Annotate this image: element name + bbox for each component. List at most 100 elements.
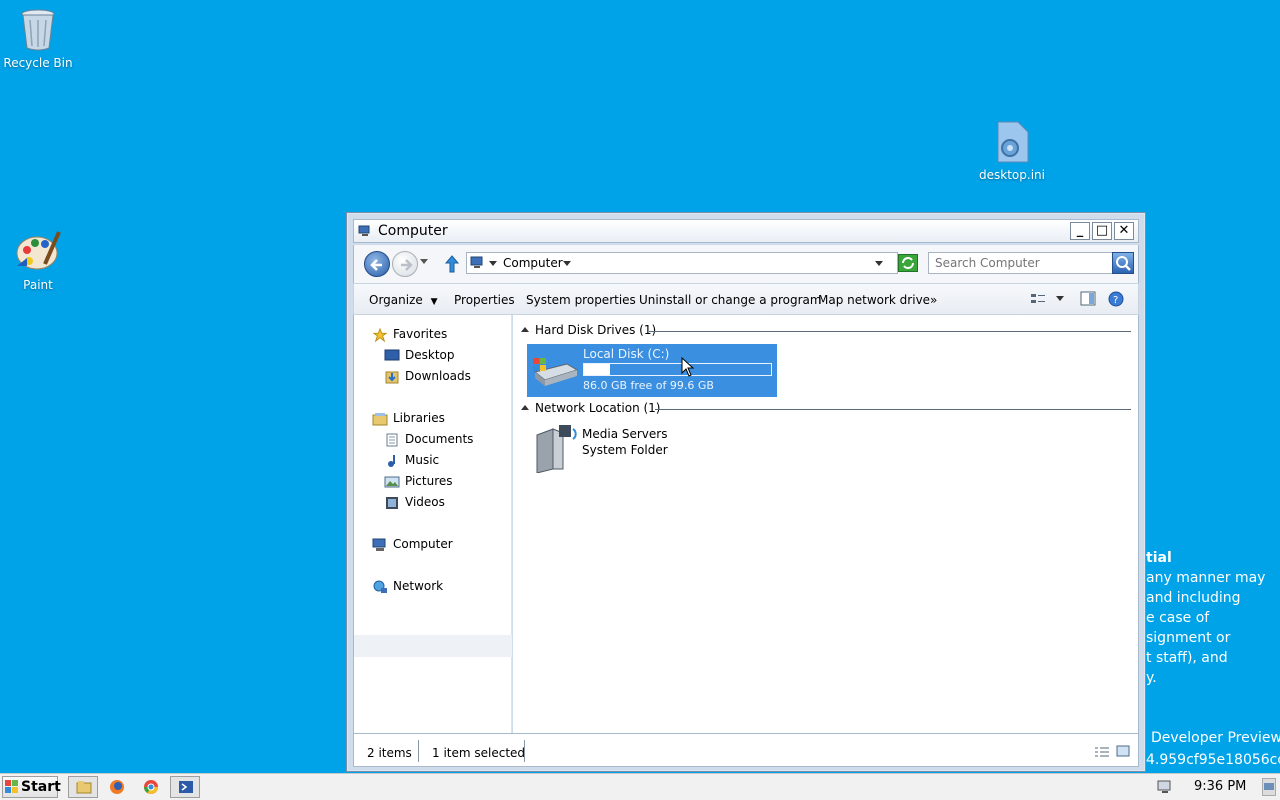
nav-label: Pictures <box>405 474 453 488</box>
search-input[interactable] <box>929 253 1109 273</box>
nav-item-computer[interactable]: Computer <box>372 537 453 552</box>
up-arrow-icon[interactable] <box>444 254 460 274</box>
drive-usage-fill <box>584 364 610 375</box>
nav-label: Music <box>405 453 440 467</box>
paint-icon <box>16 231 61 270</box>
search-icon <box>1116 256 1131 271</box>
view-options-icon[interactable] <box>1030 292 1046 306</box>
content-pane: Hard Disk Drives (1) Local Disk (C:) 86.… <box>513 315 1139 733</box>
back-arrow-icon <box>370 259 382 271</box>
status-divider <box>524 740 525 762</box>
watermark-line: and including <box>1146 590 1241 606</box>
nav-label: Network <box>393 579 444 593</box>
powershell-icon <box>179 781 193 793</box>
chevron-down-icon[interactable] <box>489 261 497 267</box>
show-desktop-button[interactable] <box>1262 778 1276 796</box>
nav-item-music[interactable]: Music <box>384 453 439 468</box>
minimize-button[interactable]: _ <box>1070 222 1090 240</box>
desktop-icon-desktop-ini[interactable]: desktop.ini <box>974 120 1050 182</box>
taskbar-clock[interactable]: 9:36 PM <box>1194 779 1246 794</box>
watermark-line: tial <box>1146 550 1172 566</box>
network-item-type: System Folder <box>582 443 668 457</box>
documents-icon <box>386 433 398 446</box>
desktop-icon-label: Recycle Bin <box>3 56 73 70</box>
maximize-button[interactable]: □ <box>1092 222 1112 240</box>
address-toolbar: Computer <box>353 245 1139 283</box>
nav-item-network[interactable]: Network <box>372 579 443 594</box>
taskbar-chrome-button[interactable] <box>136 776 166 798</box>
taskbar-firefox-button[interactable] <box>102 776 132 798</box>
help-icon[interactable]: ? <box>1108 291 1124 307</box>
title-bar[interactable]: Computer _ □ ✕ <box>353 219 1139 243</box>
preview-pane-icon[interactable] <box>1080 291 1096 307</box>
pictures-icon <box>384 476 400 487</box>
status-selected-count: 1 item selected <box>432 746 526 760</box>
address-segment[interactable]: Computer <box>503 256 563 270</box>
refresh-icon <box>902 257 914 269</box>
nav-item-videos[interactable]: Videos <box>384 495 445 510</box>
forward-button[interactable] <box>392 251 418 277</box>
organize-label: Organize <box>369 293 423 307</box>
folder-icon <box>76 781 92 794</box>
large-icons-view-icon[interactable] <box>1116 745 1130 757</box>
show-desktop-icon <box>1264 783 1274 790</box>
taskbar-explorer-button[interactable] <box>68 776 98 798</box>
address-bar[interactable]: Computer <box>466 252 898 274</box>
organize-menu[interactable]: Organize ▼ <box>369 293 438 307</box>
search-button[interactable] <box>1112 252 1134 274</box>
group-header-network-location[interactable]: Network Location (1) <box>535 401 660 415</box>
properties-button[interactable]: Properties <box>454 293 515 307</box>
desktop-icon-label: desktop.ini <box>979 168 1045 182</box>
build-line: 4.959cf95e18056cd0 <box>1146 752 1280 768</box>
collapse-group-icon[interactable] <box>521 405 529 411</box>
nav-label: Documents <box>405 432 474 446</box>
desktop-icon <box>384 349 400 360</box>
firefox-icon <box>110 780 124 794</box>
nav-item-desktop[interactable]: Desktop <box>384 348 455 363</box>
mouse-cursor-icon <box>681 357 695 377</box>
search-box[interactable] <box>928 252 1134 274</box>
map-network-drive-button[interactable]: Map network drive <box>818 293 930 307</box>
chevron-down-icon: ▼ <box>430 297 438 307</box>
back-button[interactable] <box>364 251 390 277</box>
chevron-down-icon[interactable] <box>1056 296 1064 302</box>
recent-pages-dropdown-icon[interactable] <box>420 259 428 265</box>
watermark-line: t staff), and <box>1146 650 1228 666</box>
watermark-line: y. <box>1146 670 1157 686</box>
network-item-media-servers[interactable]: Media Servers System Folder <box>533 425 673 473</box>
group-header-hard-disk-drives[interactable]: Hard Disk Drives (1) <box>535 323 656 337</box>
close-button[interactable]: ✕ <box>1114 222 1134 240</box>
media-server-icon <box>536 425 577 473</box>
nav-item-libraries[interactable]: Libraries <box>372 411 445 426</box>
desktop-icon-recycle-bin[interactable]: Recycle Bin <box>0 6 76 70</box>
start-label: Start <box>21 779 61 795</box>
nav-item-documents[interactable]: Documents <box>384 432 473 447</box>
address-history-dropdown-icon[interactable] <box>875 261 883 267</box>
nav-label: Computer <box>393 537 453 551</box>
more-commands-button[interactable]: » <box>930 293 937 307</box>
uninstall-program-button[interactable]: Uninstall or change a program <box>639 293 822 307</box>
explorer-window: Computer _ □ ✕ Computer O <box>346 212 1146 772</box>
desktop-icon-paint[interactable]: Paint <box>0 228 76 292</box>
refresh-button[interactable] <box>898 254 918 272</box>
nav-label: Libraries <box>393 411 445 425</box>
chevron-down-icon[interactable] <box>563 261 571 267</box>
collapse-group-icon[interactable] <box>521 327 529 333</box>
start-button[interactable]: Start <box>2 776 61 798</box>
status-divider <box>418 740 419 762</box>
downloads-icon <box>385 371 399 383</box>
group-divider <box>649 331 1131 332</box>
drive-free-space: 86.0 GB free of 99.6 GB <box>583 379 714 392</box>
nav-label: Favorites <box>393 327 448 341</box>
computer-icon <box>358 225 370 236</box>
nav-item-pictures[interactable]: Pictures <box>384 474 453 489</box>
nav-item-favorites[interactable]: Favorites <box>372 327 447 342</box>
taskbar-powershell-button[interactable] <box>170 776 200 798</box>
system-properties-button[interactable]: System properties <box>526 293 636 307</box>
settings-file-icon <box>997 121 1029 163</box>
hard-drive-icon <box>533 358 579 386</box>
details-view-icon[interactable] <box>1094 746 1110 758</box>
network-tray-icon[interactable] <box>1156 779 1174 795</box>
nav-item-downloads[interactable]: Downloads <box>384 369 471 384</box>
drive-item-local-disk[interactable]: Local Disk (C:) 86.0 GB free of 99.6 GB <box>527 344 777 397</box>
